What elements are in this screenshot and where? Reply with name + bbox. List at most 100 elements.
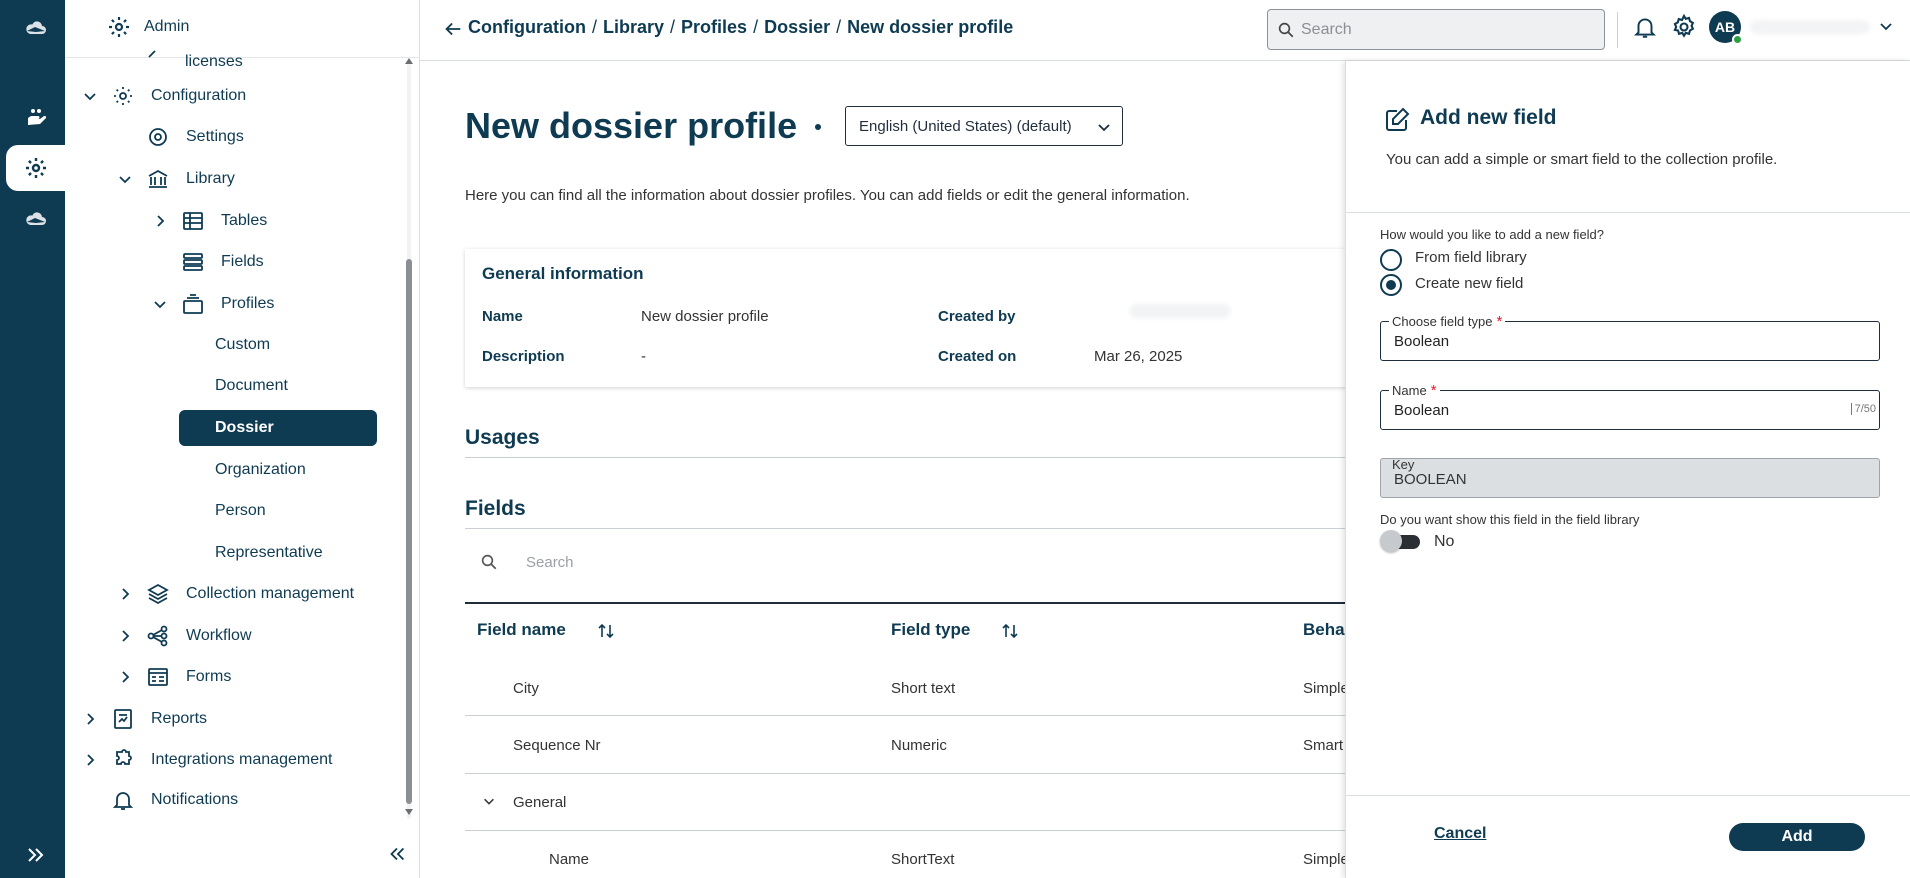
sidebar-item-organization[interactable]: Organization <box>65 452 385 488</box>
description-label: Description <box>482 348 565 365</box>
sort-icon[interactable] <box>1000 621 1020 641</box>
table-icon <box>183 212 203 230</box>
name-value: New dossier profile <box>641 308 769 325</box>
show-in-library-question: Do you want show this field in the field… <box>1380 512 1640 527</box>
sidebar-scrollbar[interactable] <box>405 58 413 819</box>
sidebar-item-fields[interactable]: Fields <box>65 244 385 280</box>
sort-icon[interactable] <box>596 621 616 641</box>
required-indicator: * <box>1430 382 1437 399</box>
unsaved-indicator <box>815 124 821 130</box>
scrollbar-thumb[interactable] <box>406 259 412 804</box>
toolbar-divider <box>1617 12 1618 48</box>
sidebar-item-notifications[interactable]: Notifications <box>65 782 385 818</box>
language-select[interactable]: English (United States) (default) <box>845 106 1123 146</box>
sidebar-item-configuration[interactable]: Configuration <box>65 78 385 114</box>
radio-label-from-field-library[interactable]: From field library <box>1415 249 1527 266</box>
add-field-drawer: Add new field You can add a simple or sm… <box>1345 61 1910 878</box>
chevron-down-icon <box>84 93 96 101</box>
workflow-icon <box>147 625 168 647</box>
sidebar-title: Admin <box>144 18 190 35</box>
breadcrumb: Configuration / Library / Profiles / Dossier / N… <box>468 17 1014 37</box>
breadcrumb-profiles[interactable]: Profiles <box>681 17 747 37</box>
hand-icon[interactable] <box>6 94 66 140</box>
radio-create-new-field[interactable] <box>1380 274 1402 296</box>
user-name-redacted <box>1750 20 1870 34</box>
created-by-redacted <box>1130 304 1230 318</box>
config-gear-icon <box>114 87 132 105</box>
scroll-down-icon[interactable] <box>405 809 413 815</box>
toggle-label: No <box>1434 533 1455 550</box>
chevron-right-icon <box>122 671 130 683</box>
edit-icon <box>1386 107 1410 131</box>
chevron-right-icon <box>122 630 130 642</box>
breadcrumb-configuration[interactable]: Configuration <box>468 17 586 37</box>
user-avatar[interactable]: AB <box>1709 11 1743 45</box>
search-input[interactable] <box>1301 18 1591 42</box>
sidebar-item-profiles[interactable]: Profiles <box>65 286 385 322</box>
drawer-description: You can add a simple or smart field to t… <box>1386 151 1778 168</box>
chevron-right-icon <box>87 754 95 766</box>
fields-search-input[interactable] <box>526 550 826 574</box>
online-status-dot <box>1732 34 1743 45</box>
back-arrow-icon[interactable] <box>442 18 464 40</box>
sidebar-item-tables[interactable]: Tables <box>65 203 385 239</box>
sidebar-item-custom[interactable]: Custom <box>65 327 385 363</box>
add-button[interactable]: Add <box>1729 823 1865 851</box>
cloud-logo-icon[interactable] <box>6 6 66 52</box>
sidebar-item-representative[interactable]: Representative <box>65 535 385 571</box>
breadcrumb-dossier[interactable]: Dossier <box>764 17 830 37</box>
search-icon <box>481 554 497 570</box>
fields-icon <box>183 253 203 271</box>
notifications-bell-icon[interactable] <box>1632 14 1658 40</box>
sidebar-item-collection-management[interactable]: Collection management <box>65 576 385 612</box>
global-search[interactable] <box>1267 9 1605 50</box>
sidebar-item-reports[interactable]: Reports <box>65 701 385 737</box>
settings-gear-icon[interactable] <box>1670 13 1698 41</box>
sidebar-item-licenses[interactable]: licenses <box>65 49 385 73</box>
sidebar-item-integrations-management[interactable]: Integrations management <box>65 742 385 778</box>
column-field-name[interactable]: Field name <box>477 620 566 640</box>
reports-icon <box>114 709 132 729</box>
layers-icon <box>147 583 169 605</box>
sidebar-item-person[interactable]: Person <box>65 493 385 529</box>
char-counter: 7/50 <box>1850 403 1876 415</box>
cloud-icon[interactable] <box>6 197 66 243</box>
main-content: New dossier profile English (United Stat… <box>420 61 1345 878</box>
column-behavior[interactable]: Beha <box>1303 620 1345 640</box>
cancel-button[interactable]: Cancel <box>1434 825 1486 843</box>
usages-title: Usages <box>465 426 540 449</box>
search-icon <box>1278 22 1294 38</box>
field-type-select[interactable]: Choose field type * Boolean <box>1380 313 1880 361</box>
column-field-type[interactable]: Field type <box>891 620 970 640</box>
created-by-label: Created by <box>938 308 1016 325</box>
sidebar-item-library[interactable]: Library <box>65 161 385 197</box>
top-bar: Configuration / Library / Profiles / Dossier / N… <box>420 0 1910 61</box>
name-field[interactable]: Name * Boolean 7/50 <box>1380 382 1880 430</box>
breadcrumb-library[interactable]: Library <box>603 17 664 37</box>
settings-icon[interactable] <box>6 145 65 191</box>
breadcrumb-current: New dossier profile <box>847 17 1014 37</box>
radio-from-field-library[interactable] <box>1380 249 1402 271</box>
drawer-title: Add new field <box>1420 106 1557 129</box>
collapse-sidebar-icon[interactable] <box>386 843 408 865</box>
created-on-label: Created on <box>938 348 1017 365</box>
profiles-icon <box>183 294 203 314</box>
general-information-card: General information Name New dossier pro… <box>465 249 1345 387</box>
sidebar-item-forms[interactable]: Forms <box>65 659 385 695</box>
sidebar-item-settings[interactable]: Settings <box>65 119 385 155</box>
fields-title: Fields <box>465 497 526 520</box>
required-indicator: * <box>1496 313 1503 330</box>
sidebar-item-document[interactable]: Document <box>65 368 385 404</box>
chevron-down-icon <box>1098 124 1110 132</box>
description-value: - <box>641 348 646 365</box>
expand-icon[interactable] <box>6 832 66 878</box>
settings-gear-icon <box>149 128 167 146</box>
chevron-down-icon[interactable] <box>1878 18 1894 34</box>
radio-label-create-new-field[interactable]: Create new field <box>1415 275 1523 292</box>
chevron-down-icon[interactable] <box>482 794 496 808</box>
show-in-library-toggle[interactable] <box>1380 530 1420 552</box>
license-icon <box>148 50 156 58</box>
sidebar-item-workflow[interactable]: Workflow <box>65 618 385 654</box>
chevron-down-icon <box>154 301 166 309</box>
sidebar-item-dossier[interactable]: Dossier <box>179 410 377 446</box>
